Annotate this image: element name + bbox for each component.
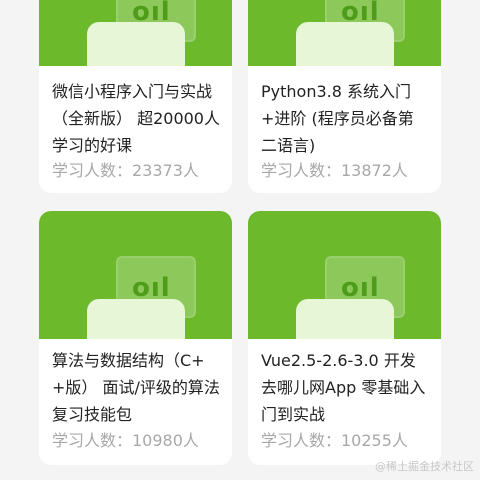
monitor-stand-icon xyxy=(296,299,394,339)
course-title: Vue2.5-2.6-3.0 开发去哪儿网App 零基础入门到实战 xyxy=(261,351,426,424)
course-card[interactable]: oıl 微信小程序入门与实战（全新版） 超20000人学习的好课 学习人数：23… xyxy=(39,0,232,193)
course-student-count: 学习人数：10255人 xyxy=(261,431,408,450)
course-card[interactable]: oıl Python3.8 系统入门+进阶 (程序员必备第二语言) 学习人数：1… xyxy=(248,0,441,193)
course-grid: oıl 微信小程序入门与实战（全新版） 超20000人学习的好课 学习人数：23… xyxy=(39,0,441,480)
course-student-count: 学习人数：23373人 xyxy=(52,161,199,180)
monitor-stand-icon xyxy=(296,22,394,66)
course-card[interactable]: oıl 算法与数据结构（C++版） 面试/评级的算法复习技能包 学习人数：109… xyxy=(39,211,232,465)
course-title: 算法与数据结构（C++版） 面试/评级的算法复习技能包 xyxy=(52,351,220,424)
course-title: Python3.8 系统入门+进阶 (程序员必备第二语言) xyxy=(261,82,414,155)
course-student-count: 学习人数：10980人 xyxy=(52,431,199,450)
watermark: @稀土掘金技术社区 xyxy=(375,460,474,473)
course-title: 微信小程序入门与实战（全新版） 超20000人学习的好课 xyxy=(52,82,220,155)
course-thumbnail: oıl xyxy=(248,0,441,66)
course-thumbnail: oıl xyxy=(248,211,441,339)
course-thumbnail: oıl xyxy=(39,211,232,339)
course-card[interactable]: oıl Vue2.5-2.6-3.0 开发去哪儿网App 零基础入门到实战 学习… xyxy=(248,211,441,465)
course-student-count: 学习人数：13872人 xyxy=(261,161,408,180)
course-thumbnail: oıl xyxy=(39,0,232,66)
monitor-stand-icon xyxy=(87,299,185,339)
monitor-stand-icon xyxy=(87,22,185,66)
